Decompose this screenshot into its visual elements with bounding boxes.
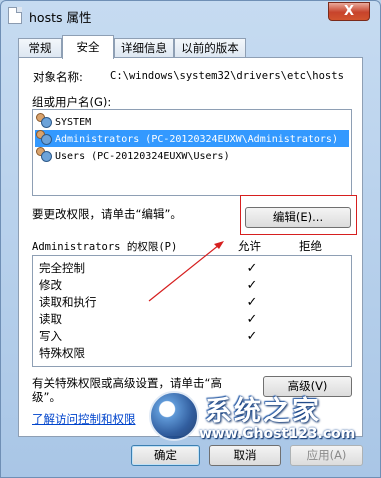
tab-general[interactable]: 常规 (18, 38, 62, 58)
group-item-administrators[interactable]: Administrators (PC-20120324EUXW\Administ… (35, 130, 349, 147)
permissions-label: Administrators 的权限(P) (32, 241, 178, 253)
permission-row: 写入 ✓ (39, 328, 339, 345)
tab-security[interactable]: 安全 (62, 35, 114, 59)
permission-name: 读取 (39, 312, 62, 326)
allow-check-icon: ✓ (246, 278, 258, 293)
change-permissions-hint: 要更改权限，请单击“编辑”。 (32, 207, 182, 221)
object-name-value: C:\windows\system32\drivers\etc\hosts (110, 70, 344, 82)
permission-name: 完全控制 (39, 261, 85, 275)
title-bar[interactable]: hosts 属性 X (1, 1, 380, 31)
close-button[interactable]: X (328, 2, 370, 21)
tab-details[interactable]: 详细信息 (114, 38, 174, 58)
permission-name: 写入 (39, 329, 62, 343)
permission-row: 修改 ✓ (39, 277, 339, 294)
deny-header: 拒绝 (299, 239, 322, 253)
groups-listbox[interactable]: SYSTEM Administrators (PC-20120324EUXW\A… (32, 109, 352, 196)
annotation-highlight-box (240, 195, 357, 235)
permission-name: 特殊权限 (39, 346, 85, 360)
security-panel: 对象名称: C:\windows\system32\drivers\etc\ho… (18, 57, 363, 437)
allow-check-icon: ✓ (246, 329, 258, 344)
permission-row: 完全控制 ✓ (39, 260, 339, 277)
allow-check-icon: ✓ (246, 312, 258, 327)
advanced-hint-line2: 级”。 (32, 390, 61, 404)
watermark-title: 系统之家 (205, 396, 321, 427)
object-name-label: 对象名称: (33, 70, 83, 84)
groups-label: 组或用户名(G): (32, 95, 112, 109)
group-name: Administrators (PC-20120324EUXW\Administ… (55, 134, 338, 145)
allow-check-icon: ✓ (246, 261, 258, 276)
allow-header: 允许 (238, 239, 261, 253)
permission-row: 特殊权限 (39, 345, 339, 362)
group-item-system[interactable]: SYSTEM (35, 113, 349, 130)
group-item-users[interactable]: Users (PC-20120324EUXW\Users) (35, 147, 349, 164)
permission-name: 修改 (39, 278, 62, 292)
permission-row: 读取 ✓ (39, 311, 339, 328)
group-name: SYSTEM (55, 117, 92, 128)
users-icon (35, 147, 53, 162)
allow-check-icon: ✓ (246, 295, 258, 310)
permission-name: 读取和执行 (39, 295, 97, 309)
group-name: Users (PC-20120324EUXW\Users) (55, 151, 230, 162)
permission-row: 读取和执行 ✓ (39, 294, 339, 311)
watermark-url: www.Ghost123.com (199, 426, 356, 442)
users-icon (35, 113, 53, 128)
permissions-list: 完全控制 ✓ 修改 ✓ 读取和执行 ✓ 读取 ✓ 写入 ✓ 特殊权限 (32, 255, 352, 367)
document-icon (8, 7, 22, 24)
watermark: 系统之家 www.Ghost123.com (149, 389, 379, 449)
users-icon (35, 130, 53, 145)
window-title: hosts 属性 (29, 10, 92, 25)
properties-window: hosts 属性 X 常规 安全 详细信息 以前的版本 对象名称: C:\win… (0, 0, 381, 478)
watermark-logo-icon (149, 391, 199, 441)
learn-access-control-link[interactable]: 了解访问控制和权限 (32, 411, 136, 427)
tab-previous-versions[interactable]: 以前的版本 (174, 38, 246, 58)
